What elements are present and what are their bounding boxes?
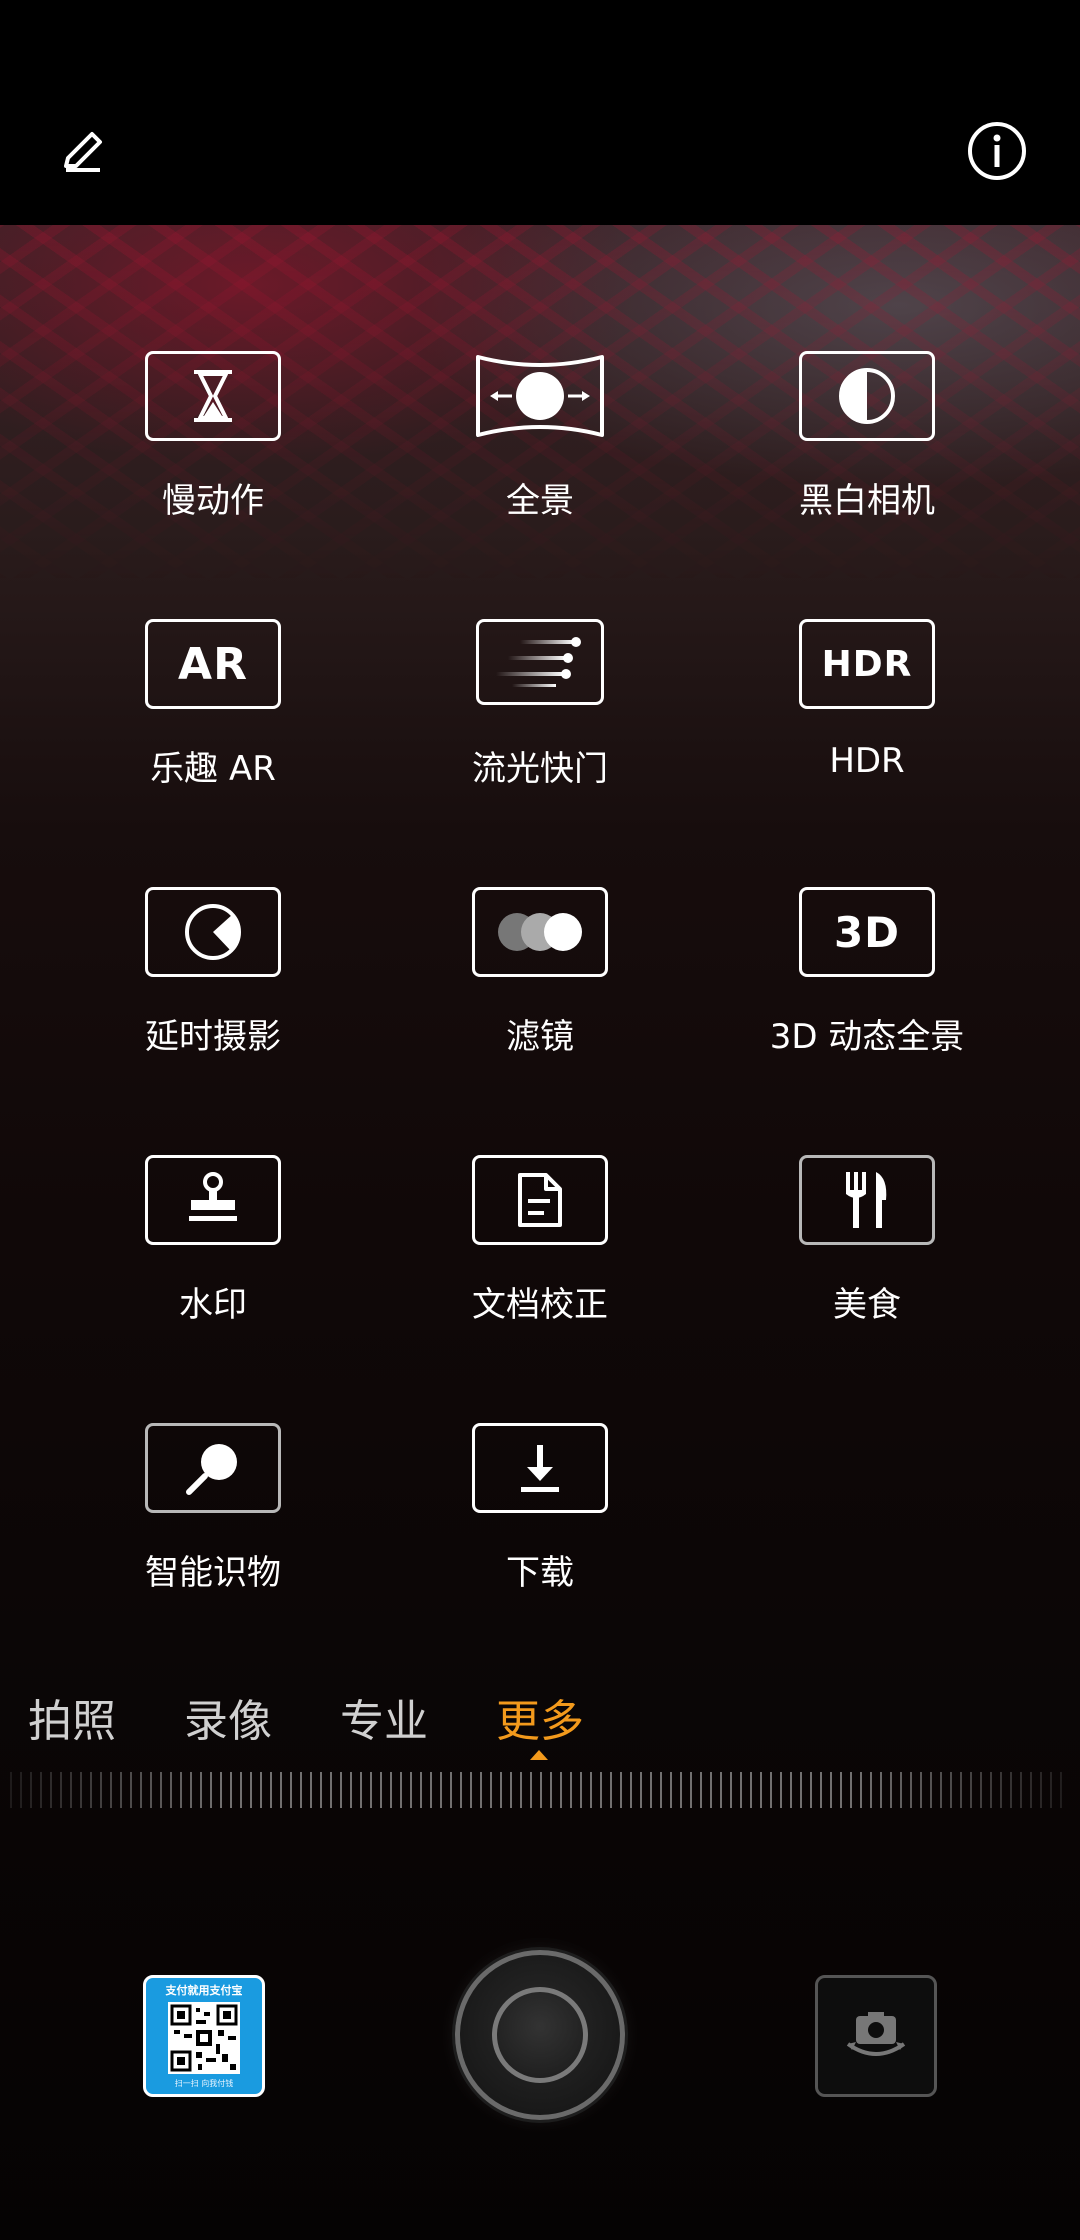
mode-watermark[interactable]: 水印	[63, 1155, 363, 1355]
tab-pro[interactable]: 专业	[340, 1685, 428, 1749]
mode-icon-box	[472, 887, 608, 977]
shutter-inner-ring	[492, 1987, 588, 2083]
mode-object-recognition[interactable]: 智能识物	[63, 1423, 363, 1623]
mode-icon-box: 3D	[799, 887, 935, 977]
mode-label: 慢动作	[162, 481, 264, 521]
mode-timelapse[interactable]: 延时摄影	[63, 887, 363, 1087]
edit-button[interactable]	[50, 118, 116, 184]
hourglass-icon	[194, 370, 232, 422]
mode-slow-motion[interactable]: 慢动作	[63, 351, 363, 551]
mode-3d-panorama[interactable]: 3D 3D 动态全景	[717, 887, 1017, 1087]
info-button[interactable]	[964, 118, 1030, 184]
qr-code-icon	[168, 2002, 240, 2074]
mode-label: 滤镜	[506, 1017, 574, 1057]
mode-icon-box	[472, 1423, 608, 1513]
mode-label: 黑白相机	[799, 481, 935, 521]
mode-icon-box: AR	[145, 619, 281, 709]
document-icon	[518, 1173, 562, 1227]
3d-icon: 3D	[833, 907, 901, 957]
mode-monochrome[interactable]: 黑白相机	[717, 351, 1017, 551]
gallery-thumbnail[interactable]: 支付就用支付宝 扫一扫 向我付钱	[143, 1975, 265, 2097]
mode-label: HDR	[829, 741, 905, 781]
top-bar	[0, 0, 1080, 225]
panorama-icon	[476, 355, 604, 437]
mode-hdr[interactable]: HDR HDR	[717, 619, 1017, 819]
shutter-button[interactable]	[455, 1950, 625, 2120]
hdr-icon: HDR	[821, 643, 913, 685]
camera-screen: 慢动作 全景 黑白相机 AR 乐趣 AR 流光快门 HDR HDR 延时摄影 滤…	[0, 0, 1080, 2240]
tab-photo[interactable]: 拍照	[28, 1685, 116, 1749]
timelapse-icon	[185, 904, 241, 960]
info-icon	[968, 122, 1026, 180]
mode-label: 3D 动态全景	[769, 1017, 965, 1057]
active-tab-indicator	[530, 1750, 548, 1760]
mode-light-painting[interactable]: 流光快门	[390, 619, 690, 819]
thumbnail-title: 支付就用支付宝	[165, 1984, 243, 1997]
pencil-icon	[64, 132, 102, 172]
mode-ar[interactable]: AR 乐趣 AR	[63, 619, 363, 819]
ar-icon: AR	[178, 638, 248, 690]
mode-icon-box	[799, 1155, 935, 1245]
fork-knife-icon	[846, 1172, 887, 1228]
camera-switch-icon	[846, 2012, 906, 2056]
mode-icon-box	[145, 1423, 281, 1513]
mode-label: 文档校正	[472, 1285, 608, 1325]
mode-icon-box	[145, 887, 281, 977]
tab-more[interactable]: 更多	[496, 1685, 584, 1749]
mode-label: 全景	[506, 481, 574, 521]
mode-label: 下载	[506, 1553, 574, 1593]
mode-label: 延时摄影	[145, 1017, 281, 1057]
mode-scroll-ruler[interactable]	[10, 1772, 1070, 1808]
stamp-icon	[189, 1172, 237, 1221]
mode-label: 流光快门	[472, 749, 608, 789]
mode-icon-box	[145, 351, 281, 441]
mode-label: 美食	[833, 1285, 901, 1325]
tab-video[interactable]: 录像	[184, 1685, 272, 1749]
mode-panorama[interactable]: 全景	[390, 351, 690, 551]
mode-icon-box	[799, 351, 935, 441]
mode-filter[interactable]: 滤镜	[390, 887, 690, 1087]
switch-camera-button[interactable]	[815, 1975, 937, 2097]
half-circle-icon	[839, 368, 895, 424]
mode-label: 智能识物	[145, 1553, 281, 1593]
mode-icon-box: HDR	[799, 619, 935, 709]
mode-label: 乐趣 AR	[150, 749, 276, 789]
thumbnail-subtitle: 扫一扫 向我付钱	[174, 2079, 234, 2088]
mode-label: 水印	[179, 1285, 247, 1325]
mode-document-scan[interactable]: 文档校正	[390, 1155, 690, 1355]
mode-download[interactable]: 下载	[390, 1423, 690, 1623]
mode-icon-box	[476, 619, 604, 705]
download-icon	[521, 1445, 559, 1492]
light-trails-icon	[496, 637, 581, 687]
mode-icon-box	[472, 1155, 608, 1245]
mode-grid: 慢动作 全景 黑白相机 AR 乐趣 AR 流光快门 HDR HDR 延时摄影 滤…	[0, 225, 1080, 1645]
filter-icon	[498, 913, 582, 951]
mode-icon-box	[472, 351, 608, 441]
mode-food[interactable]: 美食	[717, 1155, 1017, 1355]
mode-icon-box	[145, 1155, 281, 1245]
magnifier-icon	[186, 1444, 237, 1495]
